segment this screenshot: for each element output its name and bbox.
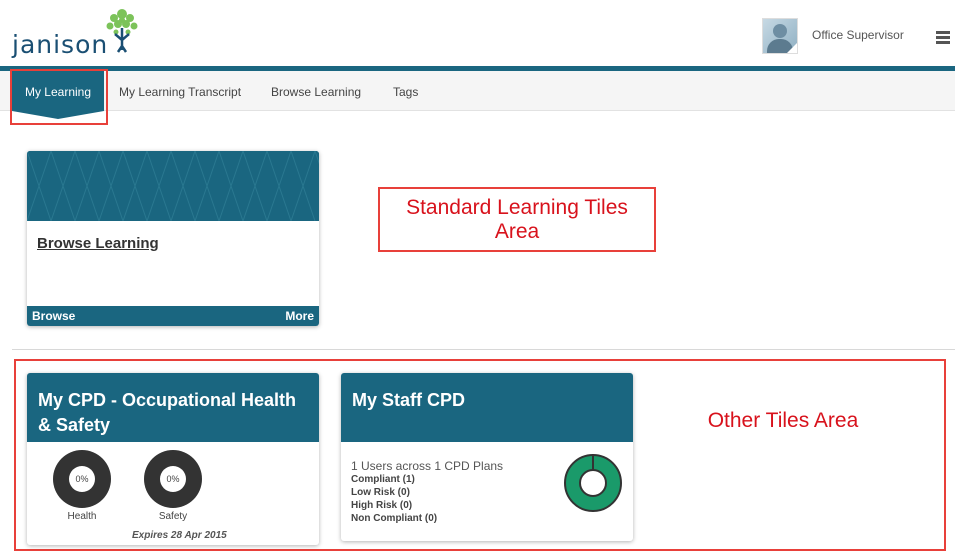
- more-button[interactable]: More: [285, 309, 314, 323]
- health-progress-chart: 0%: [53, 450, 111, 508]
- main-tabs: My Learning My Learning Transcript Brows…: [0, 71, 955, 119]
- health-progress-value: 0%: [69, 466, 95, 492]
- compliance-donut-chart: [564, 454, 622, 512]
- browse-button[interactable]: Browse: [32, 309, 75, 323]
- janison-logo[interactable]: janison: [12, 6, 142, 62]
- safety-progress-value: 0%: [160, 466, 186, 492]
- expiry-date: Expires 28 Apr 2015: [132, 530, 227, 541]
- safety-progress-chart: 0%: [144, 450, 202, 508]
- health-chart-label: Health: [67, 511, 97, 522]
- staff-cpd-summary: 1 Users across 1 CPD Plans: [351, 459, 504, 473]
- my-learning-highlight-box: [10, 69, 108, 125]
- compliant-count: Compliant (1): [351, 474, 415, 485]
- tile-footer: Browse More: [27, 306, 319, 326]
- browse-learning-link[interactable]: Browse Learning: [37, 235, 159, 252]
- tile-header: My CPD - Occupational Health & Safety: [27, 373, 319, 442]
- my-cpd-tile[interactable]: My CPD - Occupational Health & Safety 0%…: [27, 373, 319, 545]
- low-risk-count: Low Risk (0): [351, 487, 410, 498]
- app-header: janison Office Supervisor: [0, 0, 955, 66]
- safety-chart-label: Safety: [158, 511, 188, 522]
- user-name[interactable]: Office Supervisor: [812, 28, 904, 42]
- tab-tags[interactable]: Tags: [393, 71, 418, 111]
- tile-pattern-banner: [27, 151, 319, 221]
- other-area-annotation-label: Other Tiles Area: [707, 409, 859, 432]
- logo-wordmark: janison: [12, 30, 109, 59]
- tab-browse-learning[interactable]: Browse Learning: [271, 71, 361, 111]
- user-avatar[interactable]: [762, 18, 798, 54]
- tile-header: My Staff CPD: [341, 373, 633, 442]
- hamburger-menu-icon[interactable]: [936, 31, 950, 44]
- high-risk-count: High Risk (0): [351, 500, 413, 511]
- browse-learning-tile[interactable]: Browse Learning Browse More: [27, 151, 319, 326]
- tab-my-learning-transcript[interactable]: My Learning Transcript: [119, 71, 241, 111]
- staff-cpd-tile-title[interactable]: My Staff CPD: [352, 388, 465, 413]
- my-staff-cpd-tile[interactable]: My Staff CPD 1 Users across 1 CPD Plans …: [341, 373, 633, 541]
- section-divider: [12, 349, 955, 350]
- tree-icon: [106, 9, 138, 53]
- standard-area-annotation-label: Standard Learning Tiles Area: [406, 196, 628, 243]
- cpd-tile-title[interactable]: My CPD - Occupational Health & Safety: [38, 388, 313, 438]
- non-compliant-count: Non Compliant (0): [351, 513, 438, 524]
